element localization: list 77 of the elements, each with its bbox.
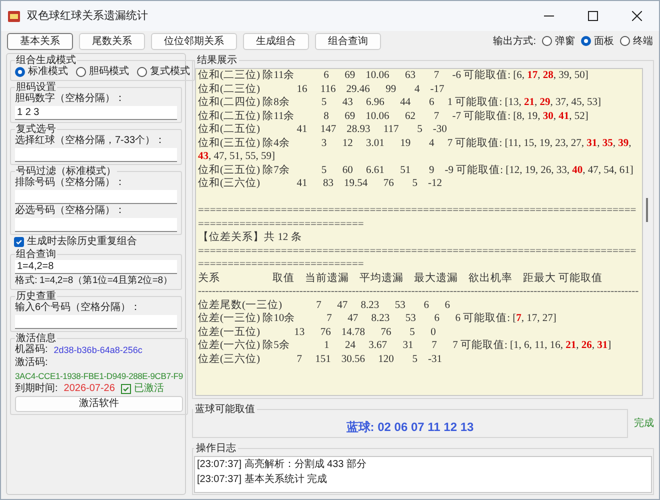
- group-title: 历史查重: [15, 291, 57, 302]
- close-icon[interactable]: [632, 11, 642, 21]
- result-line: 位差(一六位) 除5余 1 24 3.67 31 7 7 可能取值: [1, 6, 11, 16, 21, 26, 31]: [198, 339, 612, 352]
- group-title: 组合查询: [15, 249, 57, 260]
- separator-line: ======================================================================================================: [198, 204, 638, 231]
- field-label: 必选号码（空格分隔）：: [15, 205, 126, 217]
- machine-code: 2d38-b36b-64a8-256c: [54, 344, 142, 356]
- result-line: 【位差关系】共 12 条: [198, 231, 303, 244]
- output-mode-label: 输出方式:: [493, 34, 536, 48]
- log-entry: [23:07:37] 高亮解析：分割成 433 部分: [197, 458, 368, 472]
- result-line: 位和(二四位) 除8余 5 43 6.96 44 6 1 可能取值: [13, 21, 29, 37, 45, 53]: [198, 96, 602, 110]
- field-label: 排除号码（空格分隔）：: [15, 177, 126, 189]
- tab[interactable]: 组合查询: [315, 32, 381, 50]
- activation-code: 3AC4-CCE1-1938-FBE1-D949-288E-9CB7-F9: [15, 370, 183, 382]
- hint-text: 格式: 1=4,2=8（第1位=4且第2位=8）: [15, 275, 174, 287]
- result-line: 位差(一三位) 除10余 7 47 8.23 53 6 6 可能取值: [7, 17, 27]: [198, 312, 558, 326]
- radio-option[interactable]: 标准模式: [15, 66, 68, 78]
- separator-line: ======================================================================================================: [198, 244, 638, 272]
- expiry-date: 2026-07-26: [64, 383, 115, 395]
- field-label: 选择红球（空格分隔，7-33个）：: [15, 135, 166, 147]
- result-line: 位差尾数(一三位) 7 47 8.23 53 6 6: [198, 298, 451, 312]
- group-title: 结果展示: [196, 54, 238, 68]
- input-field[interactable]: [15, 190, 177, 204]
- input-field[interactable]: 1 2 3: [15, 106, 177, 120]
- group-title: 激活信息: [16, 333, 57, 344]
- radio-option[interactable]: 复式模式: [137, 66, 190, 78]
- radio-icon: [581, 36, 591, 46]
- checkbox-icon: [14, 237, 24, 247]
- field-label: 输入6个号码（空格分隔）：: [15, 302, 142, 314]
- result-line: 位差(一五位) 13 76 14.78 76 5 0: [198, 326, 437, 339]
- log-entry: [23:07:37] 基本关系统计 完成: [197, 472, 328, 487]
- radio-option[interactable]: 弹窗: [542, 34, 575, 48]
- app-icon: [7, 9, 21, 23]
- result-line: 位和(二三位) 16 116 29.46 99 4 -17: [198, 82, 446, 96]
- field-label: 机器码:: [15, 344, 48, 356]
- result-line: 位和(二五位) 除11余 8 69 10.06 62 7 -7 可能取值: [8, 19, 30, 41, 52]: [198, 110, 590, 123]
- result-line: 位和(三五位) 除7余 5 60 6.61 51 9 -9 可能取值: [12, 19, 26, 33, 40, 47, 54, 61]: [198, 164, 634, 177]
- input-field[interactable]: 1=4,2=8: [15, 260, 177, 274]
- group-title: 号码过滤（标准模式）: [16, 166, 117, 177]
- radio-option[interactable]: 面板: [581, 34, 614, 48]
- activate-button[interactable]: 激活软件: [15, 396, 183, 412]
- radio-option[interactable]: 胆码模式: [76, 66, 129, 78]
- radio-icon: [76, 67, 86, 77]
- radio-option[interactable]: 终端: [620, 34, 653, 48]
- group-title: 复式选号: [16, 124, 57, 135]
- group-title: 组合生成模式: [15, 55, 77, 66]
- group-title: 蓝球可能取值: [194, 402, 256, 417]
- field-label: 激活码:: [15, 357, 49, 369]
- tab[interactable]: 尾数关系: [79, 32, 145, 50]
- field-label: 胆码数字（空格分隔）：: [15, 93, 126, 105]
- tab[interactable]: 生成组合: [243, 32, 309, 50]
- checkbox[interactable]: 生成时去除历史重复组合: [10, 236, 182, 248]
- status-text: 完成: [634, 416, 654, 431]
- separator-line: ------------------------------------------------------------------------------------------------------------------------------: [198, 285, 640, 298]
- input-field[interactable]: [15, 315, 177, 329]
- checkbox-icon: [120, 384, 131, 394]
- radio-icon: [137, 67, 147, 77]
- radio-icon: [620, 36, 630, 46]
- tab[interactable]: 位位邻期关系: [151, 32, 237, 50]
- group-title: 胆码设置: [15, 82, 57, 93]
- radio-icon: [542, 36, 552, 46]
- input-field[interactable]: [15, 218, 177, 232]
- input-field[interactable]: [15, 148, 177, 162]
- window-title: 双色球红球关系遗漏统计: [27, 8, 148, 24]
- tab[interactable]: 基本关系: [7, 32, 73, 50]
- result-line: 位和(二五位) 41 147 28.93 117 5 -30: [198, 123, 448, 136]
- scrollbar-thumb[interactable]: [646, 198, 648, 222]
- result-line: 位和(三五位) 除4余 3 12 3.01 19 4 7 可能取值: [11, 15, 19, 23, 27, 31, 35, 39, 43, 47, 51, 55, 59]: [198, 136, 632, 164]
- maximize-icon[interactable]: [588, 11, 598, 21]
- result-line: 位和(三六位) 41 83 19.54 76 5 -12: [198, 177, 443, 190]
- result-line: 位和(二三位) 除11余 6 69 10.06 63 7 -6 可能取值: [6, 17, 28, 39, 50]: [198, 69, 590, 82]
- number-values: 蓝球: 02 06 07 11 12 13: [346, 419, 474, 436]
- group-title: 操作日志: [195, 442, 237, 456]
- field-label: 到期时间:: [15, 383, 58, 395]
- radio-icon: [15, 67, 25, 77]
- result-line: 关系 取值 当前遗漏 平均遗漏 最大遗漏 欲出机率 距最大 可能取值: [198, 272, 604, 285]
- result-line: 位差(三六位) 7 151 30.56 120 5 -31: [198, 352, 443, 366]
